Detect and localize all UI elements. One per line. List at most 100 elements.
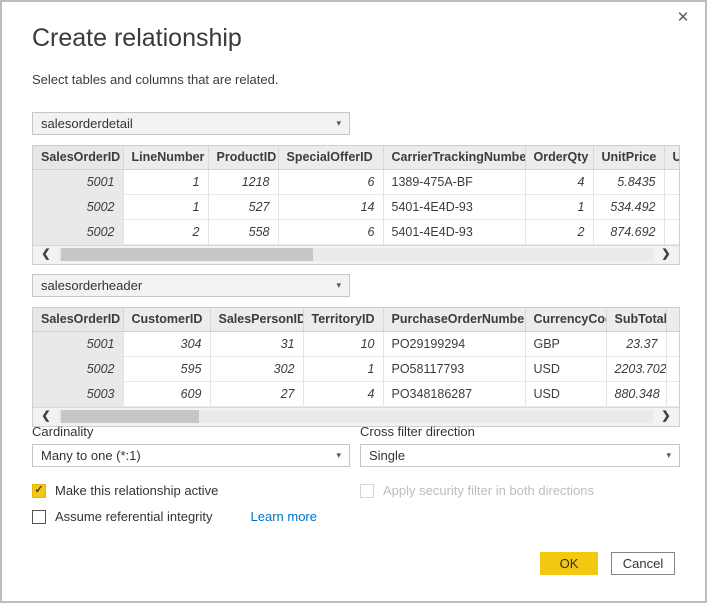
upper-table-select-value: salesorderdetail xyxy=(41,116,133,131)
cell[interactable] xyxy=(666,356,679,381)
table-row: 5002 2 558 6 5401-4E4D-93 2 874.692 xyxy=(33,219,679,244)
cell[interactable]: PO348186287 xyxy=(383,381,525,406)
column-header-currencycode[interactable]: CurrencyCode xyxy=(525,308,606,331)
cell[interactable]: USD xyxy=(525,381,606,406)
scrollbar-thumb[interactable] xyxy=(61,248,313,261)
cell[interactable]: 527 xyxy=(208,194,278,219)
cell[interactable] xyxy=(666,331,679,356)
dialog-title: Create relationship xyxy=(32,24,242,53)
cell[interactable]: 4 xyxy=(525,169,593,194)
cell[interactable]: 1389-475A-BF xyxy=(383,169,525,194)
table-row: 5001 304 31 10 PO29199294 GBP 23.37 xyxy=(33,331,679,356)
cell[interactable]: 880.348 xyxy=(606,381,666,406)
cell[interactable]: 27 xyxy=(210,381,303,406)
column-header-territoryid[interactable]: TerritoryID xyxy=(303,308,383,331)
learn-more-link[interactable]: Learn more xyxy=(251,509,317,524)
lower-table-hscrollbar: ❮ ❯ xyxy=(33,407,679,426)
cell[interactable]: GBP xyxy=(525,331,606,356)
column-header-salespersonid[interactable]: SalesPersonID xyxy=(210,308,303,331)
column-header-salesorderid[interactable]: SalesOrderID xyxy=(33,308,123,331)
cell[interactable]: 595 xyxy=(123,356,210,381)
cell[interactable]: 1218 xyxy=(208,169,278,194)
column-header-partial[interactable]: U xyxy=(664,146,679,169)
make-relationship-active-checkbox[interactable]: ✓ xyxy=(32,484,46,498)
cell[interactable]: 5003 xyxy=(33,381,123,406)
column-header-partial[interactable] xyxy=(666,308,679,331)
lower-table-select-value: salesorderheader xyxy=(41,278,142,293)
cell[interactable]: 1 xyxy=(123,169,208,194)
column-header-productid[interactable]: ProductID xyxy=(208,146,278,169)
cell[interactable]: USD xyxy=(525,356,606,381)
cell[interactable]: 2203.702 xyxy=(606,356,666,381)
cell[interactable] xyxy=(664,219,679,244)
cell[interactable] xyxy=(664,194,679,219)
cell[interactable]: 10 xyxy=(303,331,383,356)
cell[interactable]: 1 xyxy=(525,194,593,219)
column-header-unitprice[interactable]: UnitPrice xyxy=(593,146,664,169)
cell[interactable]: 609 xyxy=(123,381,210,406)
cell[interactable]: 2 xyxy=(525,219,593,244)
cross-filter-direction-label: Cross filter direction xyxy=(360,424,475,439)
column-header-specialofferid[interactable]: SpecialOfferID xyxy=(278,146,383,169)
cell[interactable]: 6 xyxy=(278,169,383,194)
cancel-button[interactable]: Cancel xyxy=(611,552,675,575)
cell[interactable]: 302 xyxy=(210,356,303,381)
header-row: SalesOrderID LineNumber ProductID Specia… xyxy=(33,146,679,169)
cell[interactable]: 5401-4E4D-93 xyxy=(383,194,525,219)
lower-table-grid: SalesOrderID CustomerID SalesPersonID Te… xyxy=(32,307,680,427)
column-header-linenumber[interactable]: LineNumber xyxy=(123,146,208,169)
chevron-down-icon: ▾ xyxy=(336,280,341,291)
cell[interactable]: 5002 xyxy=(33,356,123,381)
close-icon[interactable]: ✕ xyxy=(673,8,693,28)
cell[interactable]: 23.37 xyxy=(606,331,666,356)
column-header-purchaseordernumber[interactable]: PurchaseOrderNumber xyxy=(383,308,525,331)
make-relationship-active-label: Make this relationship active xyxy=(55,483,218,498)
cell[interactable] xyxy=(664,169,679,194)
upper-table-hscrollbar: ❮ ❯ xyxy=(33,245,679,264)
cell[interactable]: 5401-4E4D-93 xyxy=(383,219,525,244)
cell[interactable]: 534.492 xyxy=(593,194,664,219)
scrollbar-track[interactable] xyxy=(59,248,653,261)
cell[interactable]: PO29199294 xyxy=(383,331,525,356)
column-header-carriertrackingnumber[interactable]: CarrierTrackingNumber xyxy=(383,146,525,169)
chevron-down-icon: ▾ xyxy=(336,118,341,129)
cell[interactable]: 5002 xyxy=(33,194,123,219)
cell[interactable]: 5.8435 xyxy=(593,169,664,194)
cell[interactable]: PO58117793 xyxy=(383,356,525,381)
ok-button[interactable]: OK xyxy=(540,552,598,575)
cell[interactable]: 14 xyxy=(278,194,383,219)
upper-table-select[interactable]: salesorderdetail ▾ xyxy=(32,112,350,135)
cell[interactable]: 1 xyxy=(123,194,208,219)
cell[interactable]: 5001 xyxy=(33,169,123,194)
cell[interactable]: 558 xyxy=(208,219,278,244)
column-header-subtotal[interactable]: SubTotal xyxy=(606,308,666,331)
cell[interactable]: 4 xyxy=(303,381,383,406)
cell[interactable]: 2 xyxy=(123,219,208,244)
cell[interactable]: 31 xyxy=(210,331,303,356)
lower-table-select[interactable]: salesorderheader ▾ xyxy=(32,274,350,297)
assume-referential-integrity-checkbox[interactable] xyxy=(32,510,46,524)
column-header-orderqty[interactable]: OrderQty xyxy=(525,146,593,169)
column-header-customerid[interactable]: CustomerID xyxy=(123,308,210,331)
assume-referential-integrity-label: Assume referential integrity xyxy=(55,509,213,524)
scrollbar-thumb[interactable] xyxy=(61,410,199,423)
cardinality-select-value: Many to one (*:1) xyxy=(41,448,141,463)
cell[interactable]: 1 xyxy=(303,356,383,381)
check-icon: ✓ xyxy=(34,485,43,496)
cell[interactable]: 6 xyxy=(278,219,383,244)
cross-filter-direction-select[interactable]: Single ▾ xyxy=(360,444,680,467)
cell[interactable]: 304 xyxy=(123,331,210,356)
cardinality-select[interactable]: Many to one (*:1) ▾ xyxy=(32,444,350,467)
column-header-salesorderid[interactable]: SalesOrderID xyxy=(33,146,123,169)
cell[interactable] xyxy=(666,381,679,406)
cell[interactable]: 5002 xyxy=(33,219,123,244)
scroll-left-icon[interactable]: ❮ xyxy=(33,245,59,264)
dialog-subtitle: Select tables and columns that are relat… xyxy=(32,72,278,87)
scrollbar-track[interactable] xyxy=(59,410,653,423)
cell[interactable]: 874.692 xyxy=(593,219,664,244)
cell[interactable]: 5001 xyxy=(33,331,123,356)
chevron-down-icon: ▾ xyxy=(336,450,341,461)
scroll-right-icon[interactable]: ❯ xyxy=(653,245,679,264)
create-relationship-dialog: ✕ Create relationship Select tables and … xyxy=(0,0,707,603)
header-row: SalesOrderID CustomerID SalesPersonID Te… xyxy=(33,308,679,331)
